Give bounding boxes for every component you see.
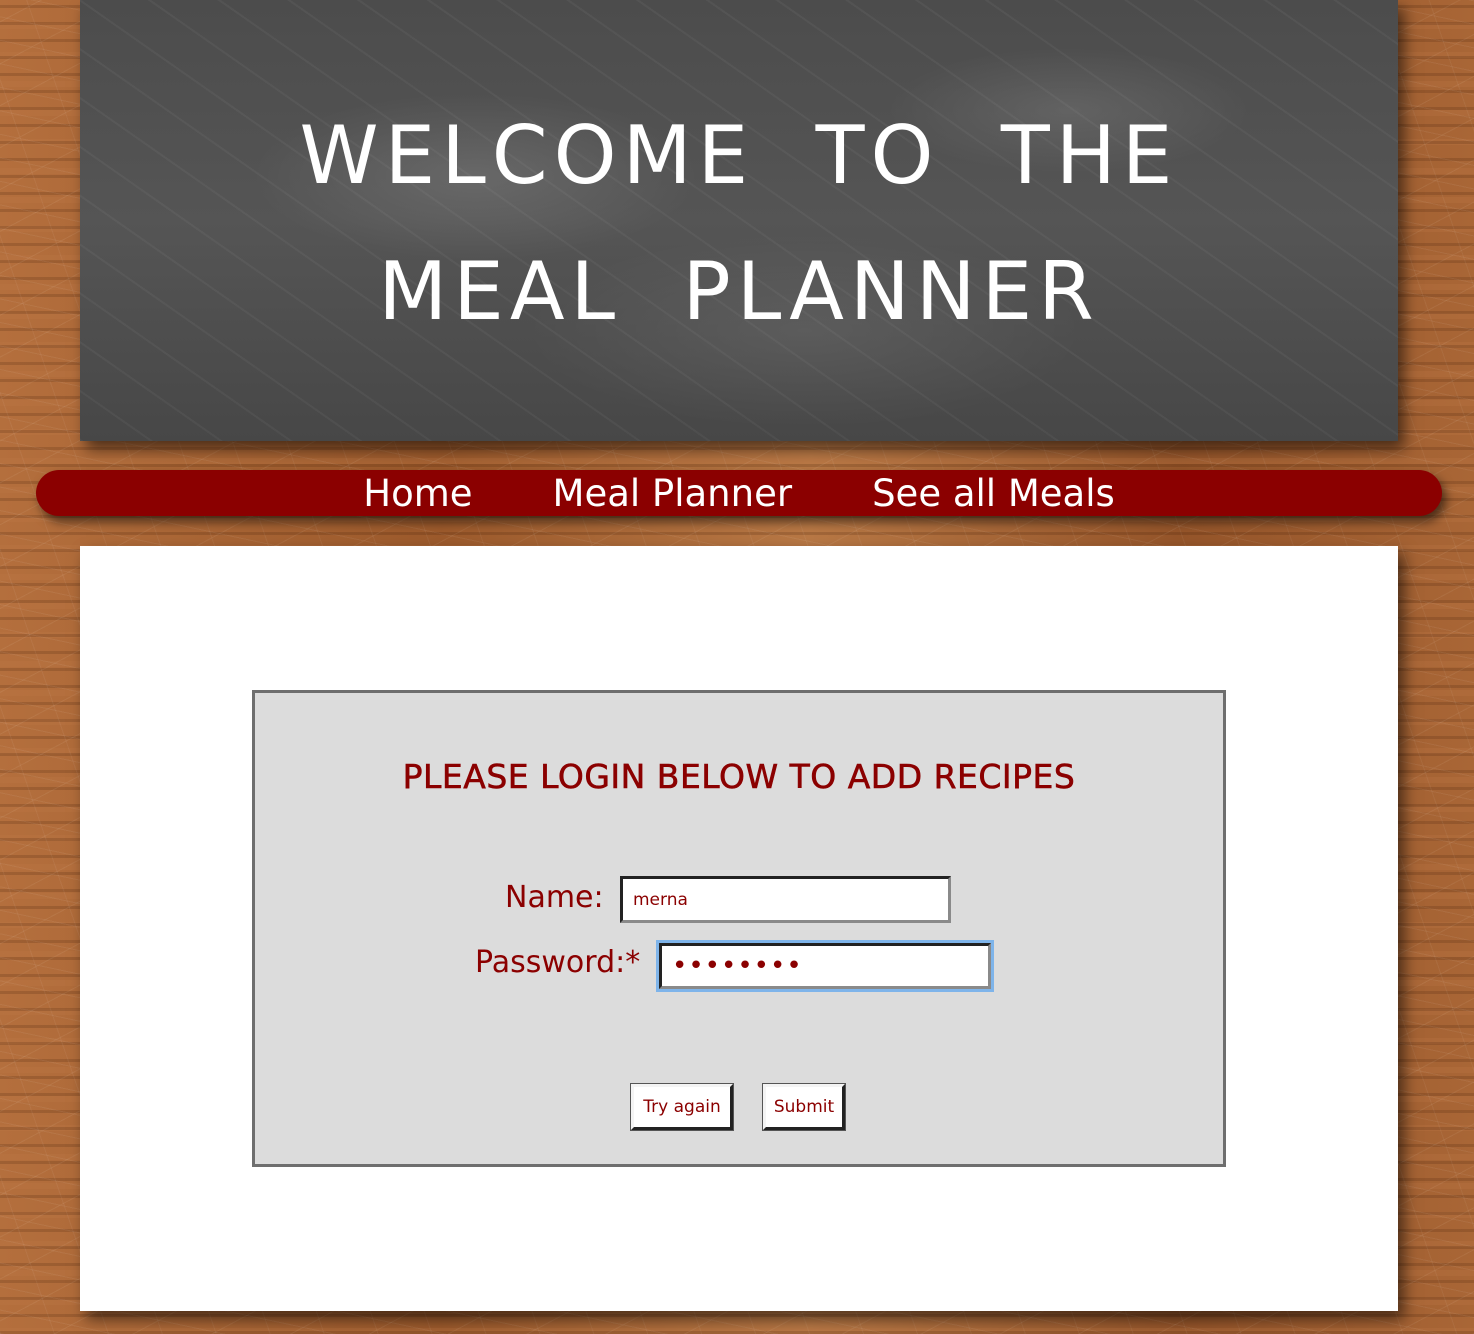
nav-item-see-all-meals[interactable]: See all Meals <box>872 470 1115 518</box>
password-label: Password:* <box>475 945 641 980</box>
main-nav: Home Meal Planner See all Meals <box>36 470 1442 516</box>
main-content-panel: PLEASE LOGIN BELOW TO ADD RECIPES Name: … <box>80 546 1398 1311</box>
header-chalkboard-banner: WELCOME TO THE MEAL PLANNER <box>80 0 1398 441</box>
login-form: PLEASE LOGIN BELOW TO ADD RECIPES Name: … <box>252 690 1226 1167</box>
password-input[interactable] <box>659 943 991 989</box>
login-heading: PLEASE LOGIN BELOW TO ADD RECIPES <box>402 757 1076 797</box>
nav-item-meal-planner[interactable]: Meal Planner <box>553 470 793 518</box>
nav-item-home[interactable]: Home <box>363 470 472 518</box>
try-again-button[interactable]: Try again <box>630 1083 734 1131</box>
page-title: WELCOME TO THE MEAL PLANNER <box>299 109 1179 338</box>
name-input[interactable] <box>620 876 951 923</box>
submit-button[interactable]: Submit <box>762 1083 846 1131</box>
name-label: Name: <box>505 880 604 915</box>
